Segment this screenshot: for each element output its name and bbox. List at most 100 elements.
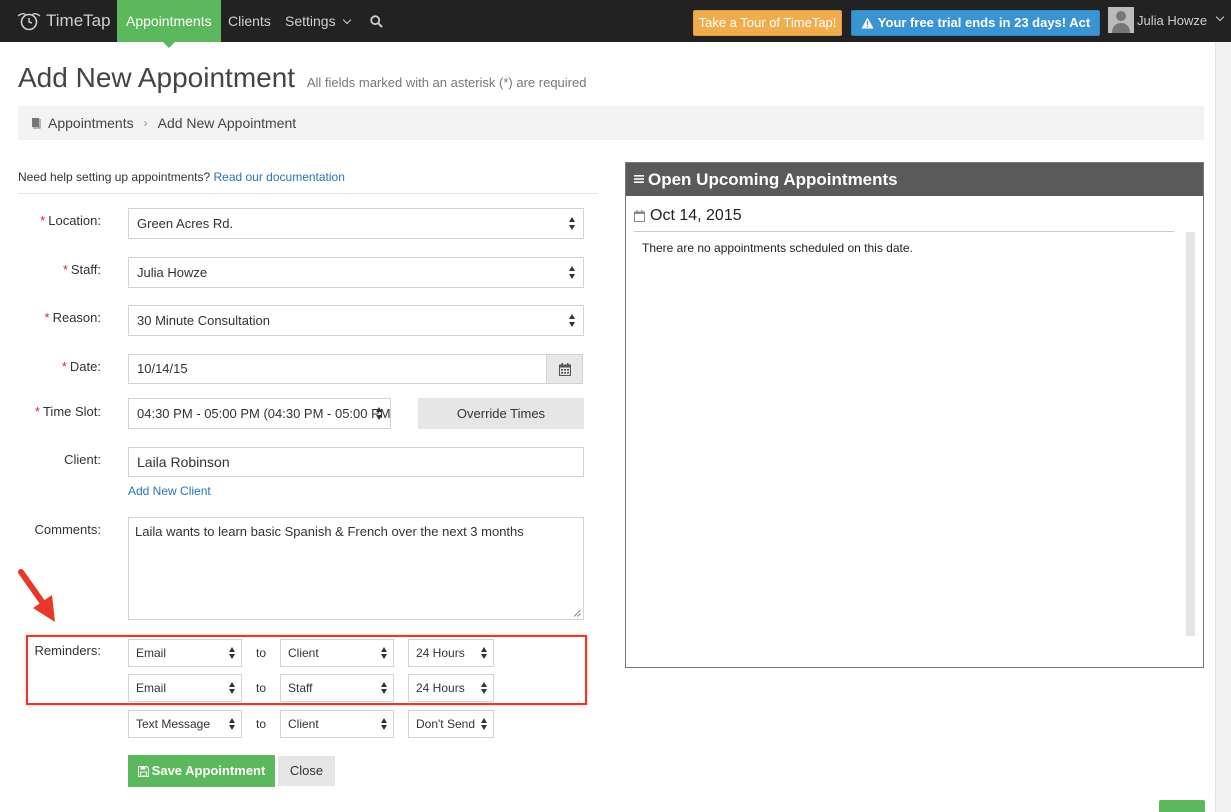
date-value: 10/14/15 (137, 361, 188, 376)
breadcrumb: Appointments › Add New Appointment (18, 106, 1204, 140)
divider (18, 193, 598, 194)
reminder-2-recipient: Staff (288, 681, 313, 695)
avatar (1108, 7, 1134, 33)
reminder-1-recipient: Client (288, 646, 319, 660)
calendar-icon (634, 210, 645, 222)
staff-select[interactable]: Julia Howze (128, 257, 584, 288)
panel-header: Open Upcoming Appointments (626, 163, 1203, 196)
client-value: Laila Robinson (137, 454, 230, 470)
select-arrows-icon (569, 266, 576, 279)
timetap-logo[interactable]: TimeTap (16, 6, 111, 36)
select-arrows-icon (381, 647, 388, 659)
warning-icon (861, 17, 874, 29)
comments-label: Comments: (34, 522, 101, 537)
select-arrows-icon (376, 407, 383, 420)
reminder-3-method-select[interactable]: Text Message (128, 710, 242, 738)
select-arrows-icon (229, 718, 236, 730)
nav-appointments[interactable]: Appointments (117, 0, 221, 48)
reminder-3-to: to (255, 717, 266, 731)
date-picker-button[interactable] (546, 354, 583, 384)
book-icon (32, 118, 41, 129)
comments-textarea[interactable]: Laila wants to learn basic Spanish & Fre… (128, 517, 584, 620)
reason-label: * Reason: (0, 310, 101, 325)
select-arrows-icon (229, 647, 236, 659)
time-slot-label-text: Time Slot: (42, 404, 101, 419)
no-appointments-message: There are no appointments scheduled on t… (642, 241, 913, 255)
reminder-1-to: to (255, 646, 266, 660)
time-slot-value: 04:30 PM - 05:00 PM (04:30 PM - 05:00 PM… (137, 406, 391, 421)
close-button[interactable]: Close (278, 756, 335, 786)
reminder-2-time: 24 Hours (416, 681, 465, 695)
location-label-text: Location: (48, 213, 101, 228)
panel-date-text: Oct 14, 2015 (650, 207, 742, 224)
reminder-1-method-select[interactable]: Email (128, 639, 242, 667)
reminder-2-to: to (255, 681, 266, 695)
time-slot-select[interactable]: 04:30 PM - 05:00 PM (04:30 PM - 05:00 PM… (128, 398, 391, 429)
reminder-3-recipient: Client (288, 717, 319, 731)
timetap-logo-icon (17, 13, 41, 31)
select-arrows-icon (381, 718, 388, 730)
reminder-1-time-select[interactable]: 24 Hours (408, 639, 494, 667)
reason-value: 30 Minute Consultation (137, 313, 270, 328)
select-arrows-icon (569, 217, 576, 230)
reminder-3-recipient-select[interactable]: Client (280, 710, 394, 738)
help-text: Need help setting up appointments? Read … (18, 170, 345, 184)
nav-settings-label: Settings (285, 13, 336, 29)
reminder-3-time-select[interactable]: Don't Send (408, 710, 494, 738)
reminder-3-method: Text Message (136, 717, 211, 731)
location-value: Green Acres Rd. (137, 216, 234, 231)
date-input[interactable]: 10/14/15 (128, 354, 547, 384)
reminder-1-recipient-select[interactable]: Client (280, 639, 394, 667)
page-title: Add New Appointment All fields marked wi… (18, 62, 586, 94)
nav-settings[interactable]: Settings (285, 0, 351, 42)
reason-label-text: Reason: (52, 310, 101, 325)
free-trial-text: Your free trial ends in 23 days! Act now (877, 15, 1091, 54)
list-bars-icon (634, 175, 644, 183)
red-arrow-icon (18, 569, 55, 622)
select-arrows-icon (481, 718, 488, 730)
search-icon[interactable] (370, 15, 383, 28)
time-slot-label: * Time Slot: (0, 404, 101, 419)
select-arrows-icon (481, 682, 488, 694)
upcoming-appointments-panel: Open Upcoming Appointments Oct 14, 2015 … (625, 162, 1204, 668)
reminder-2-time-select[interactable]: 24 Hours (408, 674, 494, 702)
chevron-down-icon (1215, 12, 1225, 22)
required-marker: * (40, 213, 46, 228)
documentation-link[interactable]: Read our documentation (213, 170, 344, 184)
nav-clients[interactable]: Clients (228, 0, 271, 42)
user-menu[interactable]: Julia Howze (1108, 6, 1225, 34)
breadcrumb-appointments[interactable]: Appointments (48, 115, 134, 131)
panel-scrollbar[interactable] (1186, 232, 1195, 636)
take-tour-button[interactable]: Take a Tour of TimeTap! (693, 10, 842, 36)
chevron-down-icon (342, 15, 351, 25)
staff-value: Julia Howze (137, 265, 208, 280)
calendar-icon (559, 363, 571, 376)
required-marker: * (61, 359, 67, 374)
add-new-client-link[interactable]: Add New Client (128, 484, 211, 498)
logo-text: TimeTap (46, 11, 111, 30)
staff-label-text: Staff: (70, 262, 101, 277)
select-arrows-icon (229, 682, 236, 694)
client-input[interactable]: Laila Robinson (128, 447, 584, 477)
free-trial-button[interactable]: Your free trial ends in 23 days! Act now (851, 10, 1100, 54)
user-name: Julia Howze (1137, 12, 1208, 28)
save-appointment-label: Save Appointment (151, 763, 266, 778)
reminder-2-method-select[interactable]: Email (128, 674, 242, 702)
reason-select[interactable]: 30 Minute Consultation (128, 305, 584, 336)
page-scrollbar[interactable] (1215, 42, 1231, 812)
reminder-2-method: Email (136, 681, 167, 695)
panel-divider (634, 231, 1174, 232)
save-appointment-button[interactable]: Save Appointment (128, 755, 275, 787)
override-times-button[interactable]: Override Times (418, 398, 584, 429)
panel-date: Oct 14, 2015 (634, 207, 742, 225)
select-arrows-icon (569, 314, 576, 327)
page-title-text: Add New Appointment (18, 62, 296, 93)
reminder-2-recipient-select[interactable]: Staff (280, 674, 394, 702)
location-select[interactable]: Green Acres Rd. (128, 208, 584, 239)
help-question: Need help setting up appointments? (18, 170, 211, 184)
reminder-1-time: 24 Hours (416, 646, 465, 660)
reminder-1-method: Email (136, 646, 167, 660)
feedback-tab[interactable] (1159, 800, 1205, 812)
resize-grip-icon[interactable] (573, 609, 581, 617)
staff-label: * Staff: (0, 262, 101, 277)
